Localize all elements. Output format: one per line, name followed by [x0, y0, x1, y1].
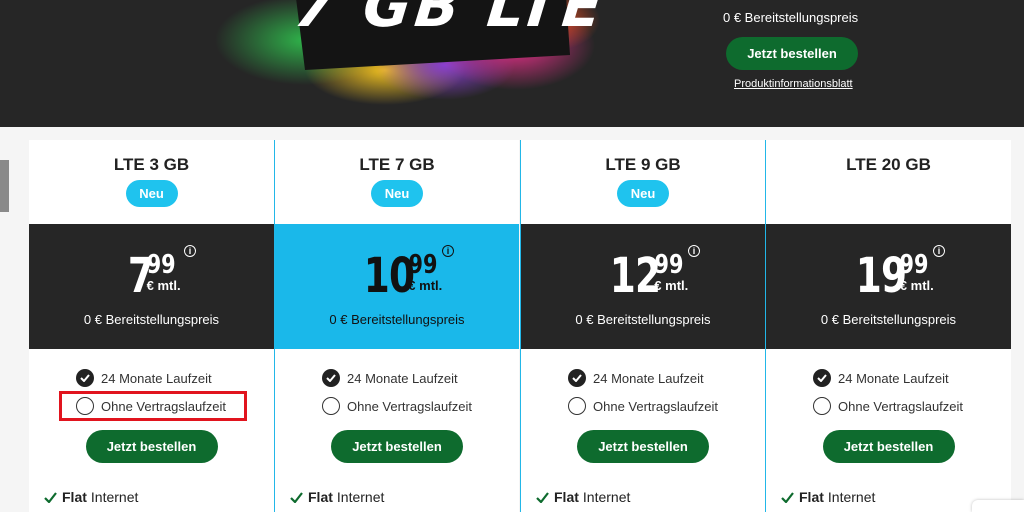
price-box: 7 99 € mtl. i 0 € Bereitstellungspreis — [29, 224, 274, 349]
price-box: 12 99 € mtl. i 0 € Bereitstellungspreis — [521, 224, 765, 349]
feature-text: Internet — [582, 489, 631, 505]
price: 12 99 € mtl. — [596, 252, 691, 300]
plans-grid: LTE 3 GB Neu 7 99 € mtl. i 0 € Bereitstell… — [29, 140, 1011, 512]
price-integer: 10 — [363, 248, 415, 304]
info-icon[interactable]: i — [442, 245, 454, 257]
feature-flat-internet: Flat Internet — [44, 489, 138, 505]
plan-card-lte-20gb: LTE 20 GB 19 99 € mtl. i 0 € Bereitstellun… — [765, 140, 1011, 512]
price-cents: 99 — [899, 250, 929, 280]
price-cents: 99 — [146, 250, 176, 280]
feature-flat-internet: Flat Internet — [290, 489, 384, 505]
radio-icon[interactable] — [322, 397, 340, 415]
price-cents: 99 — [654, 250, 684, 280]
option-label: 24 Monate Laufzeit — [838, 370, 949, 386]
option-24-months[interactable]: 24 Monate Laufzeit — [568, 369, 704, 387]
feature-text: Internet — [827, 489, 876, 505]
product-info-link[interactable]: Produktinformationsblatt — [734, 78, 853, 90]
info-icon[interactable]: i — [184, 245, 196, 257]
radio-icon[interactable] — [813, 397, 831, 415]
order-button[interactable]: Jetzt bestellen — [331, 430, 463, 463]
feature-bold: Flat — [799, 489, 824, 505]
feature-text: Internet — [90, 489, 139, 505]
plan-name: LTE 3 GB — [113, 155, 190, 174]
plan-card-lte-7gb: LTE 7 GB Neu 10 99 € mtl. i 0 € Bereitstel… — [274, 140, 519, 512]
feature-bold: Flat — [308, 489, 333, 505]
option-label: 24 Monate Laufzeit — [347, 370, 458, 386]
new-badge: Neu — [617, 180, 669, 207]
checked-radio-icon[interactable] — [322, 369, 340, 387]
hero-order-button[interactable]: Jetzt bestellen — [726, 37, 858, 70]
price: 19 99 € mtl. — [841, 252, 936, 300]
floating-widget-corner[interactable] — [972, 500, 1024, 512]
radio-icon[interactable] — [568, 397, 586, 415]
price-box: 10 99 € mtl. i 0 € Bereitstellungspreis — [275, 224, 519, 349]
new-badge: Neu — [125, 180, 178, 207]
price-cents: 99 — [408, 250, 438, 280]
feature-bold: Flat — [554, 489, 579, 505]
feature-flat-internet: Flat Internet — [536, 489, 630, 505]
hero-fee-text: 0 € Bereitstellungspreis — [723, 10, 859, 25]
plan-name: LTE 9 GB — [605, 155, 681, 174]
price: 10 99 € mtl. — [350, 252, 445, 300]
price: 7 99 € mtl. — [120, 252, 183, 300]
option-label: 24 Monate Laufzeit — [593, 370, 704, 386]
checked-radio-icon[interactable] — [813, 369, 831, 387]
checked-radio-icon[interactable] — [568, 369, 586, 387]
option-24-months[interactable]: 24 Monate Laufzeit — [76, 369, 212, 387]
info-icon[interactable]: i — [688, 245, 700, 257]
price-integer: 12 — [609, 248, 661, 304]
info-icon[interactable]: i — [933, 245, 945, 257]
setup-fee: 0 € Bereitstellungspreis — [83, 312, 220, 327]
setup-fee: 0 € Bereitstellungspreis — [575, 312, 711, 327]
setup-fee: 0 € Bereitstellungspreis — [820, 312, 957, 327]
plan-name: LTE 20 GB — [846, 155, 931, 174]
check-icon — [290, 491, 303, 503]
checked-radio-icon[interactable] — [76, 369, 94, 387]
feature-flat-internet: Flat Internet — [781, 489, 875, 505]
option-label: Ohne Vertragslaufzeit — [838, 398, 964, 414]
check-icon — [44, 491, 57, 503]
option-no-term[interactable]: Ohne Vertragslaufzeit — [322, 397, 472, 415]
option-label: Ohne Vertragslaufzeit — [347, 398, 473, 414]
order-button[interactable]: Jetzt bestellen — [577, 430, 709, 463]
order-button[interactable]: Jetzt bestellen — [822, 430, 955, 463]
option-no-term[interactable]: Ohne Vertragslaufzeit — [568, 397, 718, 415]
plan-card-lte-3gb: LTE 3 GB Neu 7 99 € mtl. i 0 € Bereitstell… — [29, 140, 274, 512]
option-24-months[interactable]: 24 Monate Laufzeit — [322, 369, 458, 387]
option-no-term[interactable]: Ohne Vertragslaufzeit — [813, 397, 963, 415]
plan-name: LTE 7 GB — [359, 155, 435, 174]
check-icon — [781, 491, 794, 503]
feature-text: Internet — [336, 489, 385, 505]
price-box: 19 99 € mtl. i 0 € Bereitstellungspreis — [766, 224, 1011, 349]
hero-title: 7 GB LTE — [291, 0, 610, 40]
option-label: Ohne Vertragslaufzeit — [593, 398, 719, 414]
plan-card-lte-9gb: LTE 9 GB Neu 12 99 € mtl. i 0 € Bereitstel… — [520, 140, 765, 512]
option-24-months[interactable]: 24 Monate Laufzeit — [813, 369, 949, 387]
setup-fee: 0 € Bereitstellungspreis — [329, 312, 465, 327]
hero-banner: 7 GB LTE 0 € Bereitstellungspreis Jetzt … — [0, 0, 1024, 127]
side-scroll-tab[interactable] — [0, 160, 9, 212]
new-badge: Neu — [371, 180, 423, 207]
price-integer: 19 — [855, 248, 906, 304]
highlight-frame — [59, 391, 247, 421]
feature-bold: Flat — [62, 489, 87, 505]
option-label: 24 Monate Laufzeit — [101, 370, 212, 386]
check-icon — [536, 491, 549, 503]
order-button[interactable]: Jetzt bestellen — [85, 430, 218, 463]
